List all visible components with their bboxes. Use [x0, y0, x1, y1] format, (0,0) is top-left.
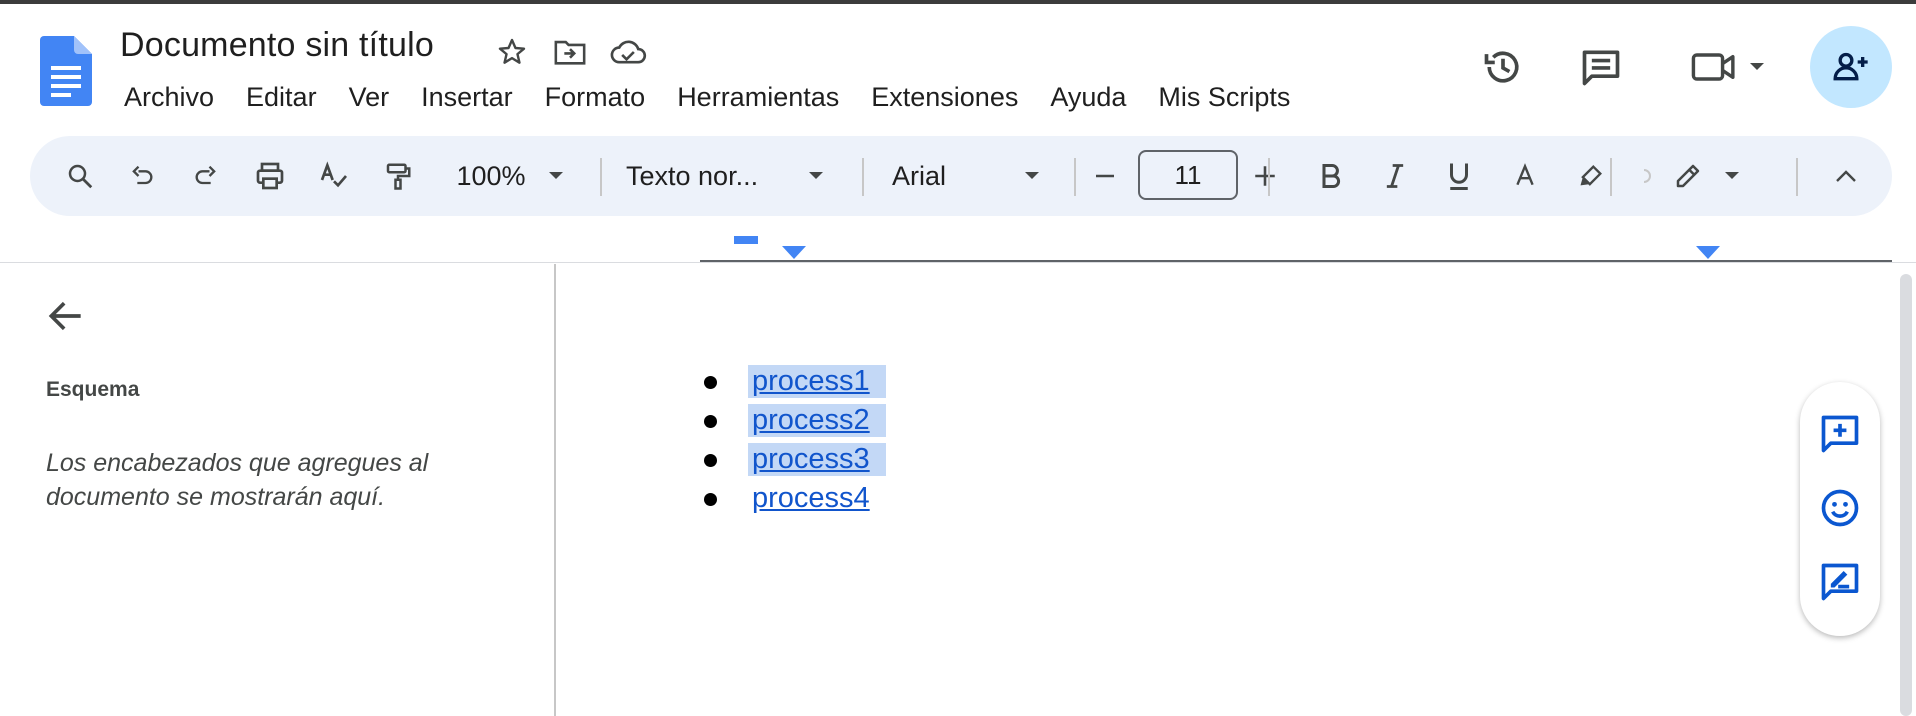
menu-extensiones[interactable]: Extensiones	[855, 78, 1034, 117]
bullet-dot	[704, 454, 717, 467]
paint-format-icon[interactable]	[372, 136, 424, 216]
list-item: process1	[704, 362, 886, 401]
menu-archivo[interactable]: Archivo	[108, 78, 230, 117]
font-size-input[interactable]: 11	[1138, 150, 1238, 200]
meet-camera-icon[interactable]	[1682, 40, 1746, 94]
list-link-process2[interactable]: process2	[748, 404, 886, 437]
toolbar: 100% Texto nor... Arial 11	[30, 136, 1892, 216]
text-color-icon[interactable]	[1500, 136, 1550, 216]
header: Documento sin título Archivo Editar Ver …	[0, 4, 1916, 132]
outline-sidebar: Esquema Los encabezados que agregues al …	[0, 264, 556, 716]
editing-mode-pencil-icon[interactable]	[1664, 136, 1712, 216]
title-actions	[492, 32, 648, 72]
floating-actions	[1800, 382, 1880, 636]
bullet-list: process1 process2 process3 process4	[704, 362, 886, 518]
star-icon[interactable]	[492, 32, 532, 72]
document-canvas[interactable]: process1 process2 process3 process4	[558, 264, 1898, 716]
hide-menus-chevron-up-icon[interactable]	[1820, 136, 1872, 216]
chevron-down-icon[interactable]	[1746, 56, 1768, 78]
outline-empty-message: Los encabezados que agregues al document…	[46, 449, 429, 511]
add-person-icon	[1833, 52, 1868, 81]
toolbar-divider	[1074, 158, 1076, 196]
menu-ver[interactable]: Ver	[333, 78, 406, 117]
history-icon[interactable]	[1476, 40, 1530, 94]
list-link-process3[interactable]: process3	[748, 443, 886, 476]
editing-mode-chevron-down-icon[interactable]	[1720, 136, 1744, 216]
toolbar-divider	[1610, 158, 1612, 196]
toolbar-divider	[1796, 158, 1798, 196]
underline-icon[interactable]	[1434, 136, 1484, 216]
search-menu-icon[interactable]	[52, 136, 108, 216]
add-emoji-reaction-icon[interactable]	[1816, 484, 1864, 532]
menu-editar[interactable]: Editar	[230, 78, 333, 117]
style-chevron-down-icon[interactable]	[804, 136, 828, 216]
document-scrollbar[interactable]	[1900, 274, 1912, 716]
menu-mis-scripts[interactable]: Mis Scripts	[1142, 78, 1306, 117]
toolbar-divider	[862, 158, 864, 196]
bullet-dot	[704, 493, 717, 506]
first-line-indent-marker-icon[interactable]	[734, 236, 758, 244]
ruler-bottom-border	[0, 262, 1916, 263]
document-title[interactable]: Documento sin título	[120, 26, 434, 65]
menu-herramientas[interactable]: Herramientas	[661, 78, 855, 117]
list-link-process4[interactable]: process4	[748, 482, 886, 515]
increase-font-size-icon[interactable]	[1242, 136, 1288, 216]
toolbar-divider	[1268, 158, 1270, 196]
bold-icon[interactable]	[1306, 136, 1356, 216]
bullet-dot	[704, 415, 717, 428]
share-button[interactable]	[1810, 26, 1892, 108]
italic-icon[interactable]	[1370, 136, 1420, 216]
list-link-process1[interactable]: process1	[748, 365, 886, 398]
ruler	[0, 224, 1916, 264]
move-folder-icon[interactable]	[550, 32, 590, 72]
highlight-color-icon[interactable]	[1566, 136, 1616, 216]
undo-icon[interactable]	[116, 136, 168, 216]
list-item: process3	[704, 440, 886, 479]
menu-ayuda[interactable]: Ayuda	[1034, 78, 1142, 117]
insert-link-icon[interactable]	[1640, 136, 1654, 216]
redo-icon[interactable]	[180, 136, 232, 216]
list-item: process2	[704, 401, 886, 440]
comments-icon[interactable]	[1574, 40, 1628, 94]
menu-insertar[interactable]: Insertar	[405, 78, 529, 117]
font-select[interactable]: Arial	[892, 136, 1012, 216]
cloud-saved-icon[interactable]	[608, 32, 648, 72]
zoom-select[interactable]: 100%	[448, 136, 534, 216]
suggest-edits-icon[interactable]	[1816, 558, 1864, 606]
menu-bar: Archivo Editar Ver Insertar Formato Herr…	[108, 78, 1306, 117]
left-indent-marker-icon[interactable]	[782, 246, 806, 260]
docs-app: Documento sin título Archivo Editar Ver …	[0, 4, 1916, 716]
add-comment-icon[interactable]	[1816, 410, 1864, 458]
menu-formato[interactable]: Formato	[529, 78, 662, 117]
docs-logo-icon[interactable]	[40, 36, 92, 106]
outline-title: Esquema	[46, 378, 140, 401]
ruler-track	[700, 260, 1892, 262]
font-chevron-down-icon[interactable]	[1020, 136, 1044, 216]
style-select[interactable]: Texto nor...	[626, 136, 776, 216]
decrease-font-size-icon[interactable]	[1082, 136, 1128, 216]
bullet-dot	[704, 376, 717, 389]
print-icon[interactable]	[244, 136, 296, 216]
toolbar-divider	[600, 158, 602, 196]
right-indent-marker-icon[interactable]	[1696, 246, 1720, 260]
zoom-chevron-down-icon[interactable]	[544, 136, 568, 216]
back-arrow-icon[interactable]	[44, 294, 88, 338]
spellcheck-icon[interactable]	[308, 136, 360, 216]
list-item: process4	[704, 479, 886, 518]
